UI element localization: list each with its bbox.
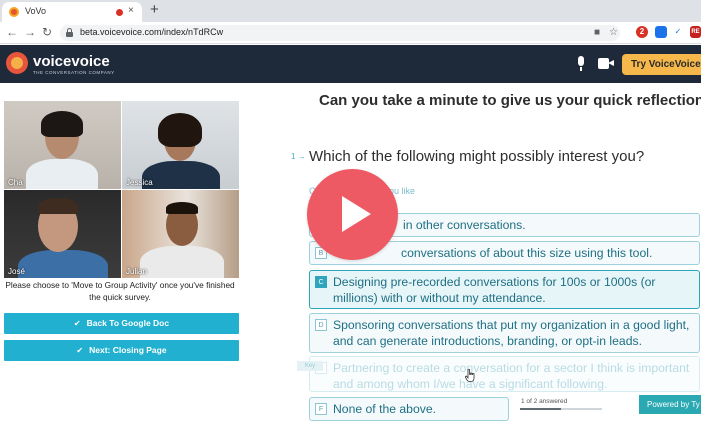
logo-name[interactable]: voicevoice (33, 53, 110, 70)
survey-heading: Can you take a minute to give us your qu… (319, 92, 701, 109)
extension-badge-icon[interactable]: 2 (636, 26, 648, 38)
progress-bar (520, 408, 602, 410)
check-icon: ✔ (73, 319, 81, 328)
keyboard-hint-tag: Key (297, 361, 323, 371)
choice-key: C (315, 276, 327, 288)
participant-name: José (8, 267, 25, 276)
choice-text: Partnering to create a conversation for … (333, 361, 690, 391)
participant-name: Julian (126, 267, 147, 276)
tab-title: VoVo (25, 6, 47, 16)
tab-close-icon[interactable]: × (128, 5, 134, 16)
recording-indicator-icon (116, 9, 123, 16)
next-closing-page-button[interactable]: ✔ Next: Closing Page (4, 340, 239, 361)
participant-name: Cha (8, 178, 23, 187)
voicevoice-favicon-icon (9, 7, 19, 17)
new-tab-button[interactable]: + (150, 1, 159, 19)
browser-tab[interactable]: VoVo × (2, 2, 142, 22)
check-icon: ✔ (76, 346, 84, 355)
app-header: voicevoice THE CONVERSATION COMPANY Try … (0, 45, 701, 83)
back-to-google-doc-button[interactable]: ✔ Back To Google Doc (4, 313, 239, 334)
address-bar[interactable]: beta.voicevoice.com/index/nTdRCw ■ ☆ (60, 25, 620, 41)
url-text: beta.voicevoice.com/index/nTdRCw (80, 27, 224, 37)
question-text: Which of the following might possibly in… (309, 148, 645, 165)
choice-option-e[interactable]: E Partnering to create a conversation fo… (309, 356, 700, 392)
extension-shield-icon[interactable] (655, 26, 667, 38)
powered-by-typeform-link[interactable]: Powered by Ty (639, 395, 701, 414)
survey-instruction: Please choose to 'Move to Group Activity… (5, 280, 235, 302)
video-tile[interactable]: José (4, 190, 121, 278)
reload-button[interactable]: ↻ (42, 25, 52, 39)
choice-key: D (315, 319, 327, 331)
video-panel: Cha Jessica José Julian Please choose to… (0, 83, 245, 431)
lock-icon (66, 28, 73, 37)
video-tile[interactable]: Julian (122, 190, 239, 278)
progress-label: 1 of 2 answered (521, 398, 568, 405)
video-tile[interactable]: Cha (4, 101, 121, 189)
hand-cursor-icon (465, 369, 475, 382)
choice-option-c[interactable]: C Designing pre-recorded conversations f… (309, 270, 700, 309)
browser-toolbar: ← → ↻ beta.voicevoice.com/index/nTdRCw ■… (0, 22, 701, 44)
voicevoice-logo-icon[interactable] (6, 52, 28, 74)
cast-icon[interactable]: ■ (594, 27, 600, 38)
choice-text: conversations of about this size using t… (401, 246, 653, 260)
play-icon (342, 196, 371, 232)
video-play-button[interactable] (307, 169, 398, 260)
bookmark-star-icon[interactable]: ☆ (609, 27, 618, 38)
camera-icon[interactable] (598, 58, 614, 69)
choice-text: in other conversations. (403, 218, 526, 232)
extension-red-icon[interactable]: RE (690, 26, 701, 38)
choice-text: None of the above. (333, 402, 436, 416)
logo-tagline: THE CONVERSATION COMPANY (33, 70, 115, 75)
progress-bar-fill (520, 408, 561, 410)
participant-name: Jessica (126, 178, 153, 187)
button-label: Next: Closing Page (89, 345, 167, 355)
question-number: 1 → (291, 152, 306, 161)
choice-key: F (315, 403, 327, 415)
choice-option-f[interactable]: F None of the above. (309, 397, 509, 421)
microphone-icon[interactable] (576, 56, 586, 72)
video-tile[interactable]: Jessica (122, 101, 239, 189)
try-voicevoice-button[interactable]: Try VoiceVoice (622, 54, 701, 75)
back-button[interactable]: ← (6, 25, 18, 39)
choice-option-d[interactable]: D Sponsoring conversations that put my o… (309, 313, 700, 353)
extension-check-icon[interactable]: ✓ (672, 26, 684, 38)
choice-text: Designing pre-recorded conversations for… (333, 275, 656, 305)
forward-button[interactable]: → (24, 25, 36, 39)
choice-text: Sponsoring conversations that put my org… (333, 318, 690, 348)
button-label: Back To Google Doc (86, 318, 170, 328)
browser-tab-strip: VoVo × + (0, 0, 701, 22)
